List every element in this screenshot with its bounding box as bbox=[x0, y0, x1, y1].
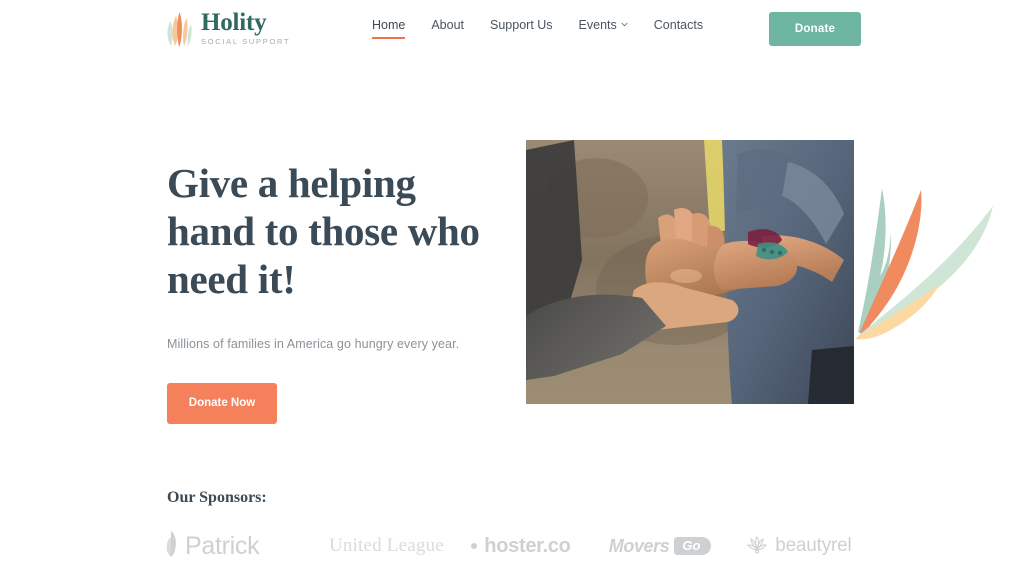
brand-tagline: SOCIAL SUPPORT bbox=[201, 37, 291, 47]
hero-donate-now-button[interactable]: Donate Now bbox=[167, 382, 277, 424]
sponsor-label: United League bbox=[328, 535, 444, 556]
sponsor-label: Movers bbox=[608, 535, 670, 556]
landing-page: Holity SOCIAL SUPPORT Home About Support… bbox=[0, 0, 1024, 581]
movers-go-badge: Go bbox=[674, 536, 712, 556]
hero-image bbox=[526, 140, 854, 404]
sponsor-patrick[interactable]: Patrick bbox=[164, 530, 329, 562]
site-header: Holity SOCIAL SUPPORT Home About Support… bbox=[0, 0, 1024, 58]
nav-label: Home bbox=[372, 18, 406, 32]
header-donate-button[interactable]: Donate bbox=[769, 12, 861, 46]
sponsor-beautyrel[interactable]: beautyrel bbox=[746, 534, 864, 559]
hero-title: Give a helping hand to those who need it… bbox=[167, 160, 497, 304]
brand-name: Holity bbox=[201, 9, 267, 37]
hero-subtitle: Millions of families in America go hungr… bbox=[167, 336, 460, 351]
leaf-fan-logo-icon bbox=[164, 9, 194, 47]
nav-item-events[interactable]: Events bbox=[579, 18, 628, 39]
lotus-icon bbox=[746, 534, 768, 559]
nav-label: About bbox=[431, 18, 465, 32]
nav-label: Contacts bbox=[653, 18, 704, 32]
nav-label: Support Us bbox=[490, 18, 553, 32]
sponsors-list: Patrick United League hoster.co Movers G… bbox=[164, 524, 864, 568]
patrick-leaf-icon bbox=[164, 530, 178, 562]
nav-item-support-us[interactable]: Support Us bbox=[490, 18, 553, 39]
hero-content: Give a helping hand to those who need it… bbox=[167, 160, 497, 424]
hoster-dot-icon bbox=[471, 543, 478, 549]
main-navigation: Home About Support Us Events Contacts bbox=[372, 18, 703, 39]
sponsor-label: Patrick bbox=[185, 531, 260, 560]
brand-text: Holity SOCIAL SUPPORT bbox=[201, 10, 290, 46]
sponsor-label: hoster.co bbox=[484, 534, 571, 557]
nav-item-home[interactable]: Home bbox=[372, 18, 406, 39]
sponsors-title: Our Sponsors: bbox=[167, 489, 267, 506]
hero-title-line-3: need it! bbox=[167, 255, 296, 302]
brand-logo[interactable]: Holity SOCIAL SUPPORT bbox=[164, 9, 290, 47]
hero-title-line-2: hand to those who bbox=[167, 207, 480, 254]
sponsor-hoster-co[interactable]: hoster.co bbox=[471, 535, 608, 558]
sponsor-united-league[interactable]: United League bbox=[329, 535, 471, 557]
hero-title-line-1: Give a helping bbox=[167, 160, 416, 206]
sponsor-movers-go[interactable]: Movers Go bbox=[609, 536, 746, 557]
nav-label: Events bbox=[578, 18, 617, 32]
nav-item-about[interactable]: About bbox=[431, 18, 464, 39]
nav-item-contacts[interactable]: Contacts bbox=[654, 18, 703, 39]
chevron-down-icon bbox=[621, 21, 628, 28]
sponsor-label: beautyrel bbox=[775, 535, 852, 556]
decorative-leaves bbox=[852, 160, 1022, 340]
